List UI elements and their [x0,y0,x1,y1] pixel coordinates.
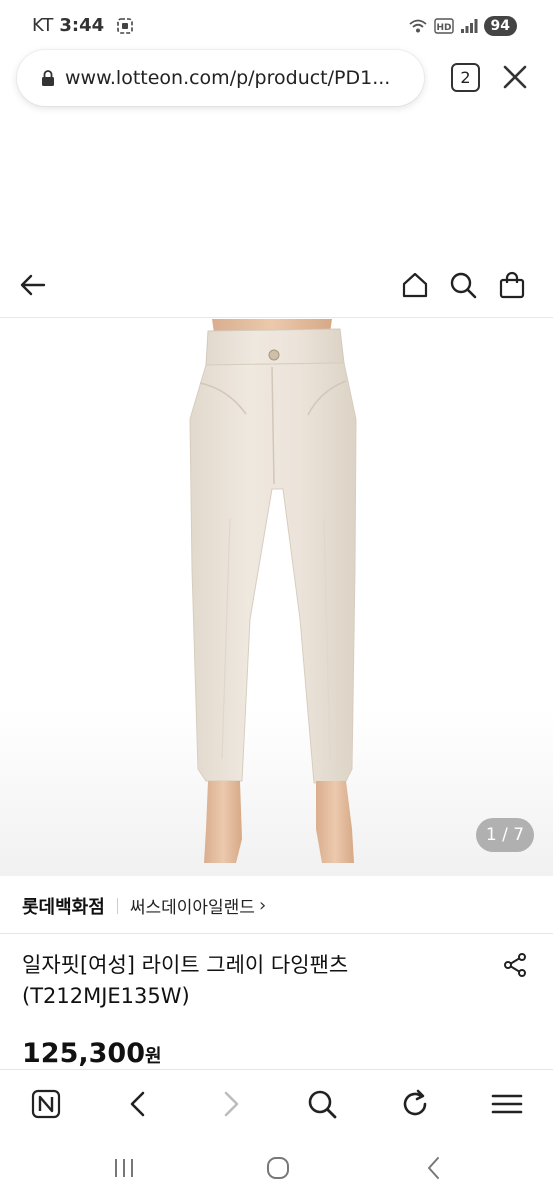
home-circle-icon[interactable] [265,1155,291,1181]
product-title-line2: (T212MJE135W) [22,984,190,1008]
address-bar[interactable]: www.lotteon.com/p/product/PD1... [17,50,424,106]
cart-icon[interactable] [497,270,527,300]
app-nav-bar [0,258,553,318]
product-price: 125,300원 [22,1038,162,1069]
back-arrow-icon[interactable] [18,270,48,300]
share-icon[interactable] [502,952,528,978]
store-name[interactable]: 롯데백화점 [22,893,105,919]
chevron-right-icon[interactable]: › [259,895,266,916]
refresh-icon[interactable] [399,1088,431,1120]
svg-text:HD: HD [436,23,451,33]
pants-illustration [189,319,357,863]
signal-icon [460,19,478,33]
clock: 3:44 [59,15,105,36]
android-nav-bar [0,1137,553,1200]
lock-icon [42,70,54,86]
back-icon[interactable] [122,1088,154,1120]
screen-record-icon [117,17,133,34]
image-counter-badge: 1 / 7 [476,818,534,852]
search-icon[interactable] [448,270,478,300]
hd-icon: HD [433,18,454,34]
carrier-label: KT [32,15,54,36]
menu-icon[interactable] [491,1088,523,1120]
brand-link[interactable]: 써스데이아일랜드 [130,893,255,918]
recents-icon[interactable] [111,1155,137,1181]
browser-toolbar [0,1069,553,1137]
close-icon[interactable] [500,62,530,92]
status-bar: KT 3:44 HD 94 [0,0,553,52]
status-right: HD 94 [408,16,517,36]
battery-indicator: 94 [483,16,517,36]
url-text[interactable]: www.lotteon.com/p/product/PD1... [65,67,390,89]
product-image[interactable] [0,319,553,876]
price-value: 125,300 [22,1038,145,1069]
brand-row: 롯데백화점 써스데이아일랜드 › [0,878,553,934]
status-left: KT 3:44 [32,15,134,36]
back-chevron-icon[interactable] [421,1155,447,1181]
price-currency: 원 [144,1046,162,1067]
product-title-line1: 일자핏[여성] 라이트 그레이 다잉팬츠 [22,953,349,977]
forward-icon [224,1091,239,1117]
product-title: 일자핏[여성] 라이트 그레이 다잉팬츠 (T212MJE135W) [22,950,472,1012]
wifi-icon [408,19,427,33]
home-icon[interactable] [400,270,430,300]
naver-n-icon[interactable] [30,1088,62,1120]
search-icon[interactable] [306,1088,338,1120]
tab-switcher-button[interactable]: 2 [451,63,480,92]
brand-divider [116,897,118,914]
